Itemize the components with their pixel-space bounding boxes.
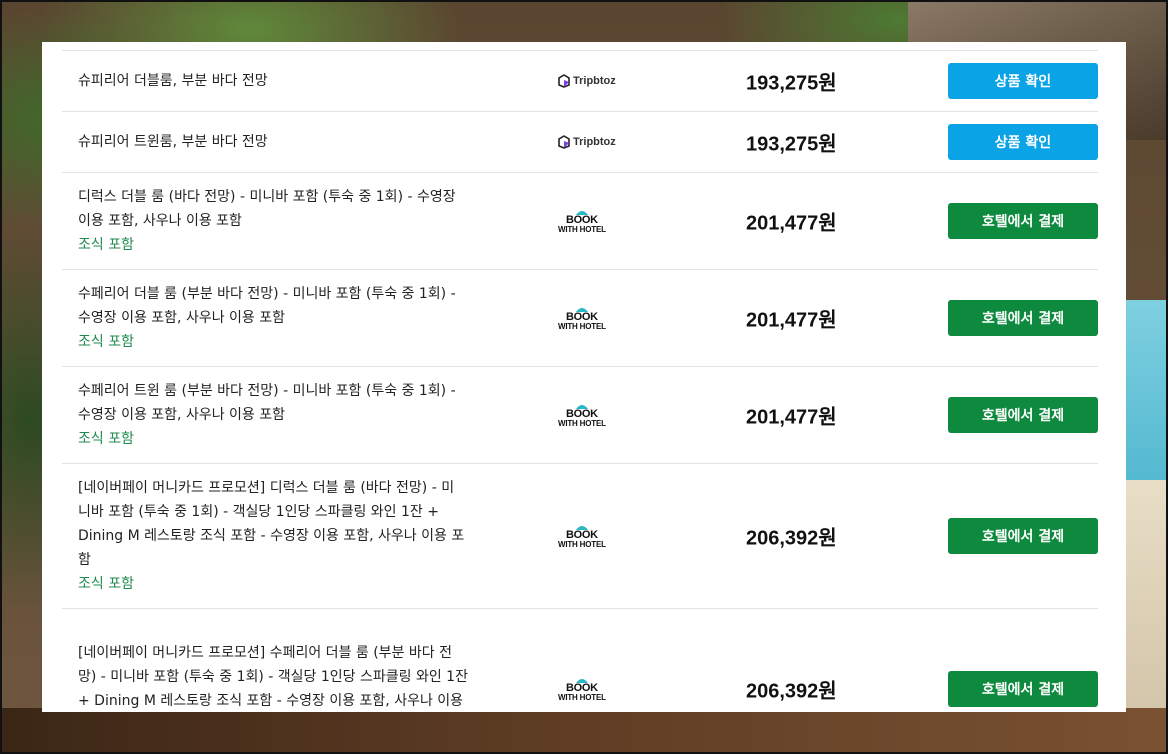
room-offers-panel: 슈피리어 더블룸, 부분 바다 전망 Tripbtoz 193,275원 상품 확인 슈… <box>42 42 1126 712</box>
room-offer-row: 디럭스 더블 룸 (바다 전망) - 미니바 포함 (투숙 중 1회) - 수영… <box>62 172 1098 269</box>
room-name-line: 슈피리어 트윈룸, 부분 바다 전망 <box>78 134 268 150</box>
background-wood-strip <box>0 708 1168 754</box>
room-name: [네이버페이 머니카드 프로모션] 디럭스 더블 룸 (바다 전망) - 미니바… <box>62 476 498 596</box>
provider-logo: BOOK WITH HOTEL <box>558 305 606 331</box>
room-name-line: 이용 포함, 사우나 이용 포함 <box>78 213 242 229</box>
room-name-line: 함 <box>78 552 91 568</box>
provider-name-line1: BOOK <box>565 311 598 323</box>
provider-logo: BOOK WITH HOTEL <box>558 402 606 428</box>
room-name: 디럭스 더블 룸 (바다 전망) - 미니바 포함 (투숙 중 1회) - 수영… <box>62 185 498 257</box>
provider-name-line1: BOOK <box>565 529 598 541</box>
pay-at-hotel-button[interactable]: 호텔에서 결제 <box>948 300 1098 336</box>
room-name-line: 수페리어 트윈 룸 (부분 바다 전망) - 미니바 포함 (투숙 중 1회) … <box>78 383 456 399</box>
room-offer-row: 수페리어 트윈 룸 (부분 바다 전망) - 미니바 포함 (투숙 중 1회) … <box>62 366 1098 463</box>
provider-cell: Tripbtoz <box>558 135 616 149</box>
room-name-line: Dining M 레스토랑 조식 포함 - 수영장 이용 포함, 사우나 이용 … <box>78 528 465 544</box>
room-name-line: 니바 포함 (투숙 중 1회) - 객실당 1인당 스파클링 와인 1잔 + <box>78 504 439 520</box>
breakfast-included-label: 조식 포함 <box>78 576 134 592</box>
tripbtoz-logo-icon <box>558 135 570 149</box>
room-name-line: 수영장 이용 포함, 사우나 이용 포함 <box>78 407 286 423</box>
pay-at-hotel-button[interactable]: 호텔에서 결제 <box>948 670 1098 707</box>
room-name-line: [네이버페이 머니카드 프로모션] 디럭스 더블 룸 (바다 전망) - 미 <box>78 480 455 496</box>
view-product-button[interactable]: 상품 확인 <box>948 63 1098 99</box>
pay-at-hotel-button[interactable]: 호텔에서 결제 <box>948 203 1098 239</box>
room-offer-row: [네이버페이 머니카드 프로모션] 수페리어 더블 룸 (부분 바다 전망) -… <box>62 608 1098 712</box>
room-price: 206,392원 <box>746 527 837 550</box>
room-offer-row: 슈피리어 더블룸, 부분 바다 전망 Tripbtoz 193,275원 상품 확인 <box>62 50 1098 111</box>
room-offer-row: 슈피리어 트윈룸, 부분 바다 전망 Tripbtoz 193,275원 상품 확인 <box>62 111 1098 172</box>
breakfast-included-label: 조식 포함 <box>78 237 134 253</box>
breakfast-included-label: 조식 포함 <box>78 431 134 447</box>
room-price: 201,477원 <box>746 406 837 429</box>
room-name-line: + Dining M 레스토랑 조식 포함 - 수영장 이용 포함, 사우나 이… <box>78 692 464 709</box>
provider-name-line2: WITH HOTEL <box>558 419 606 428</box>
room-price: 201,477원 <box>746 309 837 332</box>
provider-name-line1: BOOK <box>565 408 598 420</box>
room-name: [네이버페이 머니카드 프로모션] 수페리어 더블 룸 (부분 바다 전망) -… <box>62 641 498 713</box>
provider-logo: BOOK WITH HOTEL <box>558 523 606 549</box>
provider-cell: BOOK WITH HOTEL <box>558 208 606 234</box>
provider-cell: BOOK WITH HOTEL <box>558 676 606 702</box>
provider-name: Tripbtoz <box>573 136 616 148</box>
provider-cell: BOOK WITH HOTEL <box>558 305 606 331</box>
provider-name-line1: BOOK <box>565 681 598 694</box>
provider-name-line1: BOOK <box>565 214 598 226</box>
provider-logo: BOOK WITH HOTEL <box>558 208 606 234</box>
room-name-line: 디럭스 더블 룸 (바다 전망) - 미니바 포함 (투숙 중 1회) - 수영… <box>78 189 456 205</box>
pay-at-hotel-button[interactable]: 호텔에서 결제 <box>948 518 1098 554</box>
provider-name: Tripbtoz <box>573 75 616 87</box>
provider-name-line2: WITH HOTEL <box>558 225 606 234</box>
room-name-line: 수영장 이용 포함, 사우나 이용 포함 <box>78 310 286 326</box>
pay-at-hotel-button[interactable]: 호텔에서 결제 <box>948 397 1098 433</box>
room-price: 201,477원 <box>746 212 837 235</box>
provider-cell: Tripbtoz <box>558 74 616 88</box>
room-name: 수페리어 더블 룸 (부분 바다 전망) - 미니바 포함 (투숙 중 1회) … <box>62 282 498 354</box>
room-name-line: 망) - 미니바 포함 (투숙 중 1회) - 객실당 1인당 스파클링 와인 … <box>78 668 468 685</box>
room-name-line: [네이버페이 머니카드 프로모션] 수페리어 더블 룸 (부분 바다 전 <box>78 644 452 661</box>
room-name-line: 수페리어 더블 룸 (부분 바다 전망) - 미니바 포함 (투숙 중 1회) … <box>78 286 456 302</box>
provider-name-line2: WITH HOTEL <box>558 692 606 702</box>
provider-logo: Tripbtoz <box>558 74 616 88</box>
provider-logo: BOOK WITH HOTEL <box>558 676 606 702</box>
room-price: 193,275원 <box>746 72 837 95</box>
room-price: 193,275원 <box>746 133 837 156</box>
provider-cell: BOOK WITH HOTEL <box>558 402 606 428</box>
room-offers-list: 슈피리어 더블룸, 부분 바다 전망 Tripbtoz 193,275원 상품 확인 슈… <box>62 50 1098 712</box>
room-name: 슈피리어 더블룸, 부분 바다 전망 <box>62 69 498 93</box>
room-name: 슈피리어 트윈룸, 부분 바다 전망 <box>62 130 498 154</box>
room-name-line: 슈피리어 더블룸, 부분 바다 전망 <box>78 73 268 89</box>
provider-cell: BOOK WITH HOTEL <box>558 523 606 549</box>
room-offer-row: [네이버페이 머니카드 프로모션] 디럭스 더블 룸 (바다 전망) - 미니바… <box>62 463 1098 608</box>
tripbtoz-logo-icon <box>558 74 570 88</box>
room-offer-row: 수페리어 더블 룸 (부분 바다 전망) - 미니바 포함 (투숙 중 1회) … <box>62 269 1098 366</box>
provider-logo: Tripbtoz <box>558 135 616 149</box>
view-product-button[interactable]: 상품 확인 <box>948 124 1098 160</box>
room-name: 수페리어 트윈 룸 (부분 바다 전망) - 미니바 포함 (투숙 중 1회) … <box>62 379 498 451</box>
provider-name-line2: WITH HOTEL <box>558 322 606 331</box>
breakfast-included-label: 조식 포함 <box>78 334 134 350</box>
room-price: 206,392원 <box>746 680 837 702</box>
provider-name-line2: WITH HOTEL <box>558 540 606 549</box>
